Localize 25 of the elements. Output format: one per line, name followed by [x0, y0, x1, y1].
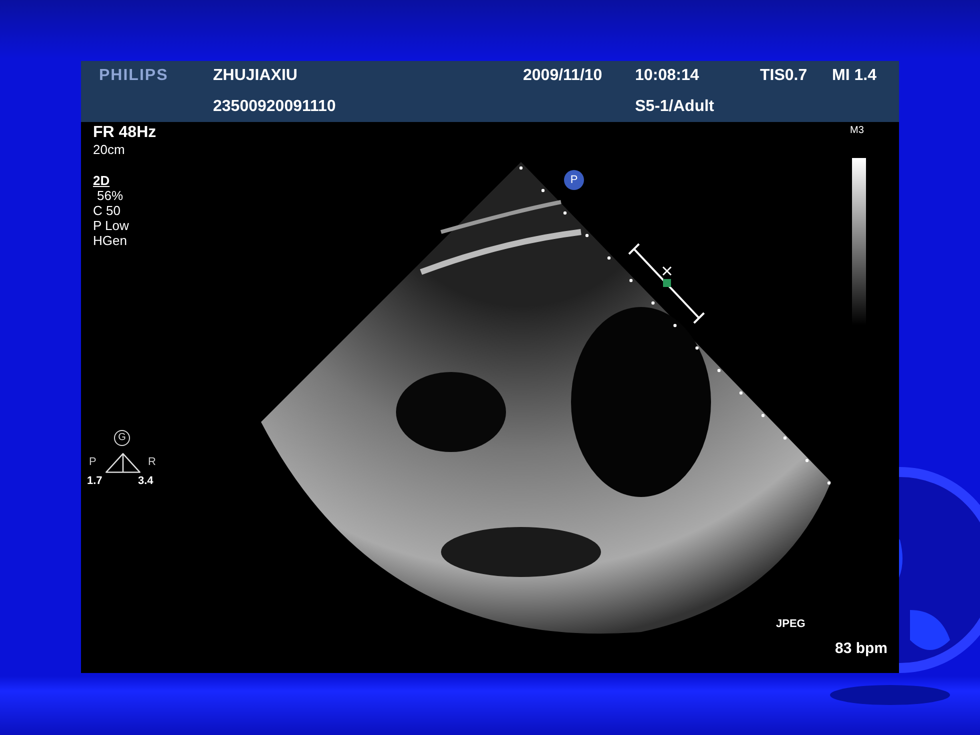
brand-logo: PHILIPS [99, 67, 170, 85]
probe-marker: P [564, 170, 584, 190]
scan-parameter: HGen [93, 233, 128, 248]
patient-id: 23500920091110 [213, 98, 337, 116]
image-format: JPEG [776, 618, 806, 630]
exam-time: 10:08:14 [635, 67, 700, 85]
heart-rate: 83 bpm [835, 640, 888, 657]
thermal-index: TIS0.7 [760, 67, 808, 85]
scan-parameter: FR 48Hz [93, 124, 156, 142]
orientation-label: P [89, 456, 96, 468]
patient-name: ZHUJIAXIU [213, 67, 298, 85]
scan-parameter: C 50 [93, 203, 122, 218]
probe-preset: S5-1/Adult [635, 98, 716, 116]
scan-parameter: 20cm [93, 142, 126, 157]
map-label: M3 [850, 125, 864, 136]
scan-parameter: P Low [93, 218, 130, 233]
scan-parameter: 56% [96, 188, 124, 203]
orientation-value: 3.4 [138, 475, 154, 487]
triangle-icon [103, 451, 143, 474]
scan-parameter: 2D [93, 173, 110, 188]
orientation-symbol: G [114, 430, 130, 446]
exam-date: 2009/11/10 [523, 67, 604, 85]
orientation-value: 1.7 [87, 475, 102, 487]
orientation-label: R [148, 456, 156, 468]
mechanical-index: MI 1.4 [832, 67, 878, 85]
